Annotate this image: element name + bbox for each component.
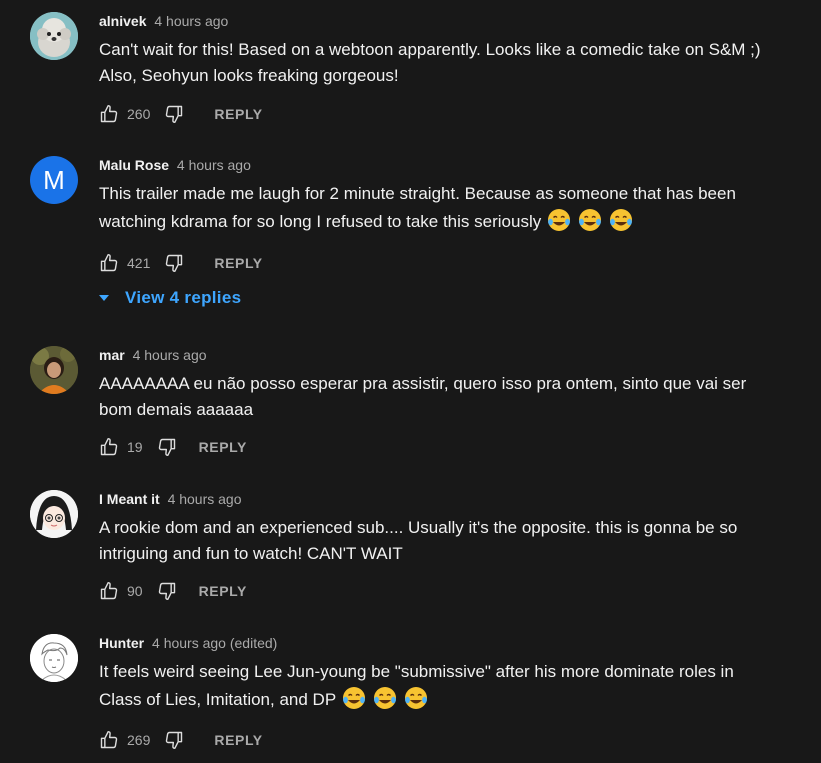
comment-line: Can't wait for this! Based on a webtoon … <box>99 40 761 59</box>
dislike-button[interactable] <box>164 253 184 273</box>
comment-time[interactable]: 4 hours ago <box>154 13 228 29</box>
like-button[interactable] <box>99 581 119 601</box>
thumbs-down-icon <box>158 438 175 457</box>
reply-button[interactable]: REPLY <box>214 106 262 122</box>
like-button[interactable] <box>99 437 119 457</box>
like-count: 260 <box>127 106 151 122</box>
comment-line: AAAAAAAA eu não posso esperar pra assist… <box>99 374 747 393</box>
dislike-button[interactable] <box>157 581 177 601</box>
author-name[interactable]: mar <box>99 347 125 363</box>
comment-actions: 421 REPLY <box>99 251 263 275</box>
comment-line: watching kdrama for so long I refused to… <box>99 212 542 231</box>
comment-line: A rookie dom and an experienced sub.... … <box>99 518 738 537</box>
avatar[interactable]: M <box>30 156 78 204</box>
comment-text: AAAAAAAA eu não posso esperar pra assist… <box>99 371 814 423</box>
like-button[interactable] <box>99 730 119 750</box>
like-count: 421 <box>127 255 151 271</box>
like-button[interactable] <box>99 253 119 273</box>
dislike-button[interactable] <box>157 437 177 457</box>
comment-actions: 269 REPLY <box>99 728 263 752</box>
thumbs-up-icon <box>100 437 118 456</box>
like-count: 90 <box>127 583 143 599</box>
dislike-button[interactable] <box>164 730 184 750</box>
comment-actions: 19 REPLY <box>99 435 247 459</box>
thumbs-up-icon <box>100 104 118 123</box>
comment-line: It feels weird seeing Lee Jun-young be "… <box>99 662 734 681</box>
dislike-button[interactable] <box>164 104 184 124</box>
comment-text: It feels weird seeing Lee Jun-young be "… <box>99 659 814 713</box>
comment-text: Can't wait for this! Based on a webtoon … <box>99 37 814 89</box>
avatar[interactable] <box>30 490 78 538</box>
thumbs-down-icon <box>166 731 183 750</box>
comment-header: alnivek 4 hours ago <box>99 12 228 30</box>
tears-of-joy-emoji <box>548 209 571 231</box>
reply-button[interactable]: REPLY <box>214 255 262 271</box>
thumbs-down-icon <box>166 254 183 273</box>
comment-time[interactable]: 4 hours ago <box>177 157 251 173</box>
tears-of-joy-emoji <box>579 209 602 231</box>
like-count: 269 <box>127 732 151 748</box>
thumbs-up-icon <box>100 581 118 600</box>
view-replies-label: View 4 replies <box>125 288 242 307</box>
comment-actions: 260 REPLY <box>99 102 263 126</box>
comment-time[interactable]: 4 hours ago <box>168 491 242 507</box>
tears-of-joy-emoji <box>610 209 633 231</box>
comment-time[interactable]: 4 hours ago (edited) <box>152 635 277 651</box>
dog-avatar-image <box>30 12 78 60</box>
author-name[interactable]: alnivek <box>99 13 146 29</box>
comment-header: Malu Rose 4 hours ago <box>99 156 251 174</box>
tears-of-joy-emoji <box>343 687 366 709</box>
comment-time[interactable]: 4 hours ago <box>133 347 207 363</box>
comment-line: Class of Lies, Imitation, and DP <box>99 690 337 709</box>
like-count: 19 <box>127 439 143 455</box>
comment-header: Hunter 4 hours ago (edited) <box>99 634 277 652</box>
anime-girl-avatar-image <box>30 490 78 538</box>
thumbs-up-icon <box>100 730 118 749</box>
author-name[interactable]: Malu Rose <box>99 157 169 173</box>
reply-button[interactable]: REPLY <box>199 439 247 455</box>
comment-text: This trailer made me laugh for 2 minute … <box>99 181 814 235</box>
avatar-letter: M <box>43 164 65 195</box>
comment-line: Also, Seohyun looks freaking gorgeous! <box>99 66 399 85</box>
comment-line: This trailer made me laugh for 2 minute … <box>99 184 736 203</box>
avatar[interactable] <box>30 346 78 394</box>
thumbs-down-icon <box>158 582 175 601</box>
comment-line-wrap: Class of Lies, Imitation, and DP <box>99 685 814 713</box>
reply-button[interactable]: REPLY <box>214 732 262 748</box>
comment-header: mar 4 hours ago <box>99 346 207 364</box>
avatar[interactable] <box>30 634 78 682</box>
thumbs-down-icon <box>166 105 183 124</box>
thumbs-up-icon <box>100 253 118 272</box>
author-name[interactable]: Hunter <box>99 635 144 651</box>
comment-actions: 90 REPLY <box>99 579 247 603</box>
comment-line-wrap: watching kdrama for so long I refused to… <box>99 207 814 235</box>
sketch-avatar-image <box>30 634 78 682</box>
tears-of-joy-emoji <box>405 687 428 709</box>
avatar[interactable] <box>30 12 78 60</box>
view-replies-button[interactable]: View 4 replies <box>97 288 241 308</box>
comment-text: A rookie dom and an experienced sub.... … <box>99 515 814 567</box>
comment-line: bom demais aaaaaa <box>99 400 254 419</box>
person-avatar-image <box>30 346 78 394</box>
like-button[interactable] <box>99 104 119 124</box>
comment-header: I Meant it 4 hours ago <box>99 490 242 508</box>
reply-button[interactable]: REPLY <box>199 583 247 599</box>
comment-line: intriguing and fun to watch! CAN'T WAIT <box>99 544 403 563</box>
tears-of-joy-emoji <box>374 687 397 709</box>
author-name[interactable]: I Meant it <box>99 491 160 507</box>
caret-down-icon <box>99 295 109 301</box>
